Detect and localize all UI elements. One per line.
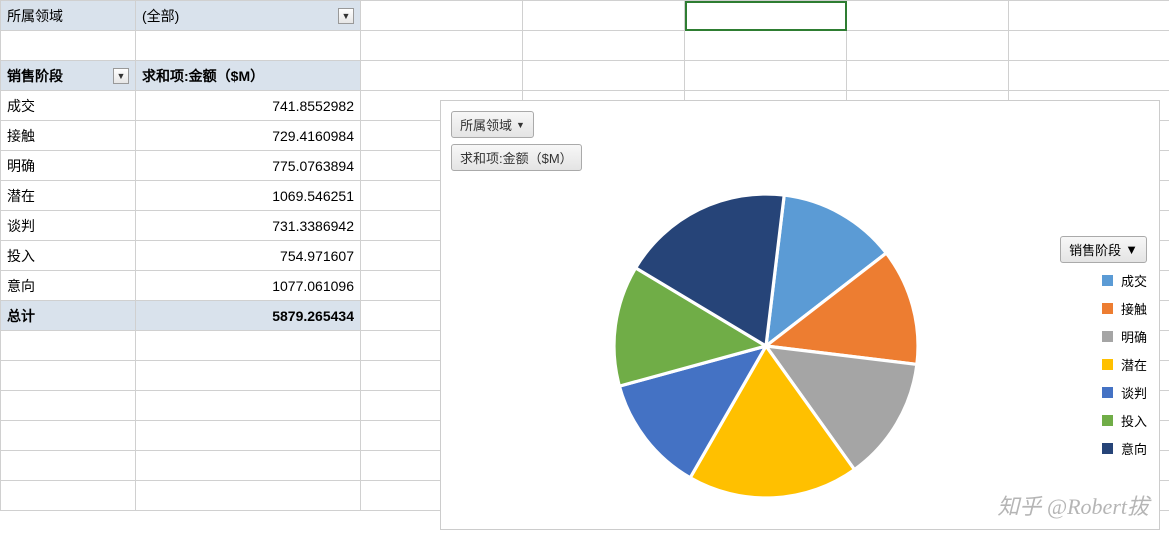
legend-item[interactable]: 投入: [1102, 411, 1147, 430]
legend-item[interactable]: 潜在: [1102, 355, 1147, 374]
chart-legend-field-label: 销售阶段: [1069, 240, 1121, 259]
blank-cell[interactable]: [1, 331, 136, 361]
blank-cell[interactable]: [1, 361, 136, 391]
value-header-label: 求和项:金额（$M）: [142, 66, 264, 86]
pivot-row-value[interactable]: 741.8552982: [136, 91, 361, 121]
pivot-row-label[interactable]: 谈判: [1, 211, 136, 241]
legend-swatch: [1102, 275, 1113, 286]
watermark: 知乎 @Robert拔: [997, 489, 1149, 521]
filter-label-cell[interactable]: 所属领域: [1, 1, 136, 31]
pivot-total-label[interactable]: 总计: [1, 301, 136, 331]
pivot-row-value[interactable]: 775.0763894: [136, 151, 361, 181]
blank-cell[interactable]: [847, 1, 1009, 31]
legend-item[interactable]: 意向: [1102, 439, 1147, 458]
pivot-row-value[interactable]: 1069.546251: [136, 181, 361, 211]
legend-swatch: [1102, 443, 1113, 454]
pivot-row-label[interactable]: 潜在: [1, 181, 136, 211]
blank-cell[interactable]: [1009, 1, 1169, 31]
blank-cell[interactable]: [1009, 61, 1169, 91]
legend-label: 意向: [1121, 439, 1147, 458]
legend-item[interactable]: 谈判: [1102, 383, 1147, 402]
blank-cell[interactable]: [136, 361, 361, 391]
chevron-down-icon[interactable]: ▼: [113, 68, 129, 84]
pivot-row-value[interactable]: 729.4160984: [136, 121, 361, 151]
blank-cell[interactable]: [136, 481, 361, 511]
blank-cell[interactable]: [136, 421, 361, 451]
blank-cell[interactable]: [1, 421, 136, 451]
blank-cell[interactable]: [685, 61, 847, 91]
pivot-row-value[interactable]: 731.3386942: [136, 211, 361, 241]
chevron-down-icon: ▼: [1125, 242, 1138, 257]
chart-legend: 成交接触明确潜在谈判投入意向: [1102, 271, 1147, 458]
blank-cell[interactable]: [1009, 31, 1169, 61]
blank-cell[interactable]: [136, 391, 361, 421]
legend-label: 潜在: [1121, 355, 1147, 374]
blank-cell[interactable]: [361, 1, 523, 31]
legend-swatch: [1102, 415, 1113, 426]
legend-label: 接触: [1121, 299, 1147, 318]
pivot-row-label[interactable]: 成交: [1, 91, 136, 121]
chevron-down-icon: ▼: [516, 120, 525, 130]
pie-chart: [606, 186, 926, 506]
blank-cell[interactable]: [685, 31, 847, 61]
pivot-row-value[interactable]: 1077.061096: [136, 271, 361, 301]
legend-swatch: [1102, 331, 1113, 342]
blank-cell[interactable]: [361, 31, 523, 61]
active-cell[interactable]: [685, 1, 847, 31]
legend-item[interactable]: 成交: [1102, 271, 1147, 290]
blank-cell[interactable]: [847, 61, 1009, 91]
blank-cell[interactable]: [361, 61, 523, 91]
row-header-label: 销售阶段: [7, 66, 63, 86]
legend-item[interactable]: 接触: [1102, 299, 1147, 318]
blank-cell[interactable]: [847, 31, 1009, 61]
blank-cell[interactable]: [136, 451, 361, 481]
filter-value: (全部): [142, 6, 179, 26]
blank-cell[interactable]: [523, 31, 685, 61]
pivot-row-label[interactable]: 意向: [1, 271, 136, 301]
legend-label: 谈判: [1121, 383, 1147, 402]
blank-cell[interactable]: [1, 451, 136, 481]
chevron-down-icon[interactable]: ▼: [338, 8, 354, 24]
chart-filter-field-label: 所属领域: [460, 115, 512, 134]
pivot-row-label[interactable]: 投入: [1, 241, 136, 271]
pivot-row-label[interactable]: 明确: [1, 151, 136, 181]
legend-swatch: [1102, 359, 1113, 370]
chart-legend-field-button[interactable]: 销售阶段 ▼: [1060, 236, 1147, 263]
legend-label: 投入: [1121, 411, 1147, 430]
legend-label: 成交: [1121, 271, 1147, 290]
legend-label: 明确: [1121, 327, 1147, 346]
blank-cell[interactable]: [523, 1, 685, 31]
blank-cell[interactable]: [523, 61, 685, 91]
filter-label: 所属领域: [7, 6, 63, 26]
row-header-cell[interactable]: 销售阶段 ▼: [1, 61, 136, 91]
blank-cell[interactable]: [1, 391, 136, 421]
chart-filter-field-button[interactable]: 所属领域 ▼: [451, 111, 534, 138]
chart-toolbar: 所属领域 ▼ 求和项:金额（$M）: [451, 111, 582, 171]
legend-item[interactable]: 明确: [1102, 327, 1147, 346]
blank-cell[interactable]: [1, 31, 136, 61]
pivot-chart[interactable]: 所属领域 ▼ 求和项:金额（$M） 销售阶段 ▼ 成交接触明确潜在谈判投入意向 …: [440, 100, 1160, 530]
pivot-row-value[interactable]: 754.971607: [136, 241, 361, 271]
blank-cell[interactable]: [136, 31, 361, 61]
value-header-cell[interactable]: 求和项:金额（$M）: [136, 61, 361, 91]
legend-swatch: [1102, 387, 1113, 398]
blank-cell[interactable]: [1, 481, 136, 511]
chart-value-field-button[interactable]: 求和项:金额（$M）: [451, 144, 582, 171]
blank-cell[interactable]: [136, 331, 361, 361]
pivot-total-value[interactable]: 5879.265434: [136, 301, 361, 331]
chart-value-field-label: 求和项:金额（$M）: [460, 148, 573, 167]
pivot-row-label[interactable]: 接触: [1, 121, 136, 151]
legend-swatch: [1102, 303, 1113, 314]
filter-value-cell[interactable]: (全部) ▼: [136, 1, 361, 31]
